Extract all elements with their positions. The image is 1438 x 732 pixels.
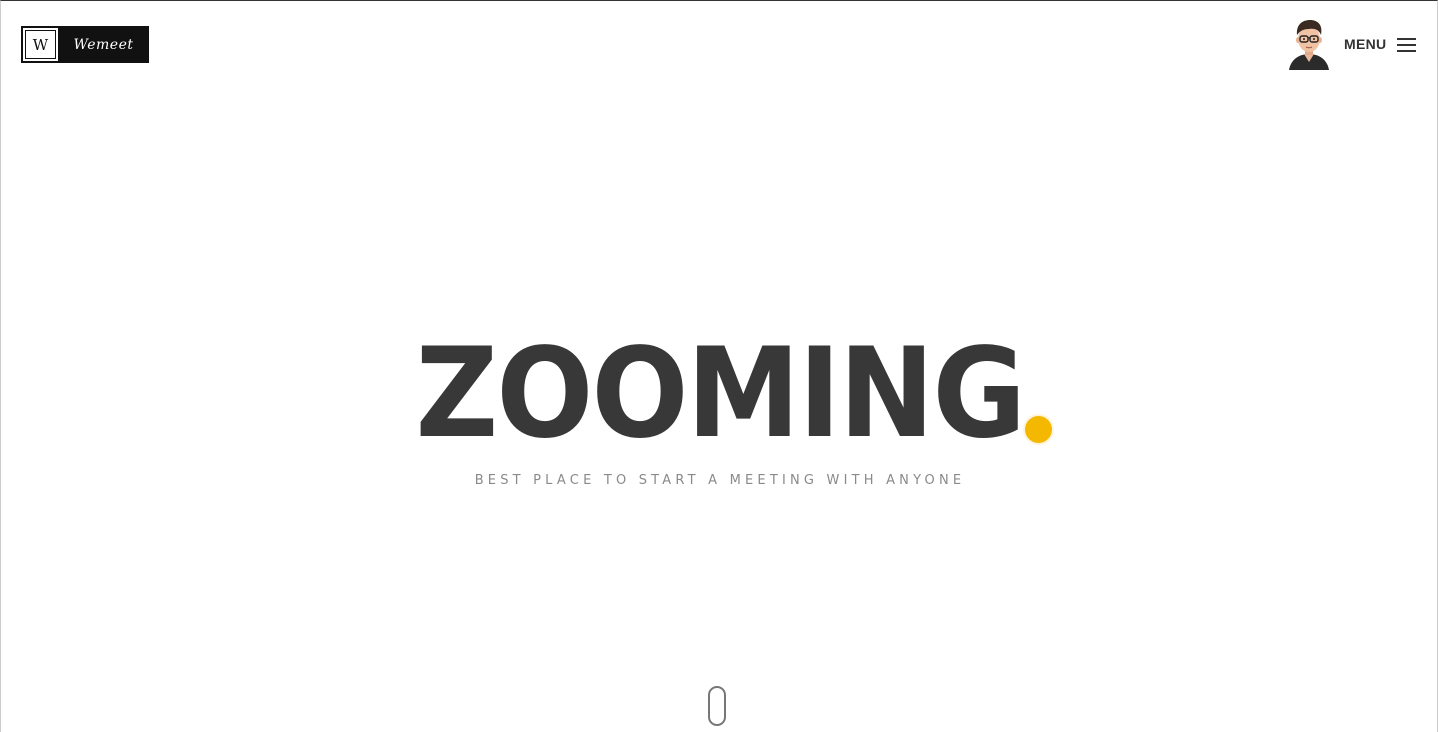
logo-text: Wemeet <box>73 36 134 53</box>
hero-title-container: ZOOMING <box>1 319 1438 469</box>
user-avatar-icon[interactable] <box>1287 18 1331 70</box>
hamburger-line <box>1397 50 1416 52</box>
hamburger-line <box>1397 38 1416 40</box>
hero-subtitle: BEST PLACE TO START A MEETING WITH ANYON… <box>474 473 966 488</box>
mouse-scroll-icon[interactable] <box>708 686 726 726</box>
logo[interactable]: W Wemeet <box>21 26 149 63</box>
hero-accent-dot <box>1025 416 1052 443</box>
logo-mark-icon: W <box>22 27 59 62</box>
hamburger-menu-icon[interactable] <box>1397 38 1416 52</box>
menu-label[interactable]: MENU <box>1344 36 1386 52</box>
page: W Wemeet MENU ZOOMING BEST PLACE TO STAR… <box>0 0 1438 732</box>
hero-title: ZOOMING <box>415 322 1027 466</box>
hamburger-line <box>1397 44 1416 46</box>
